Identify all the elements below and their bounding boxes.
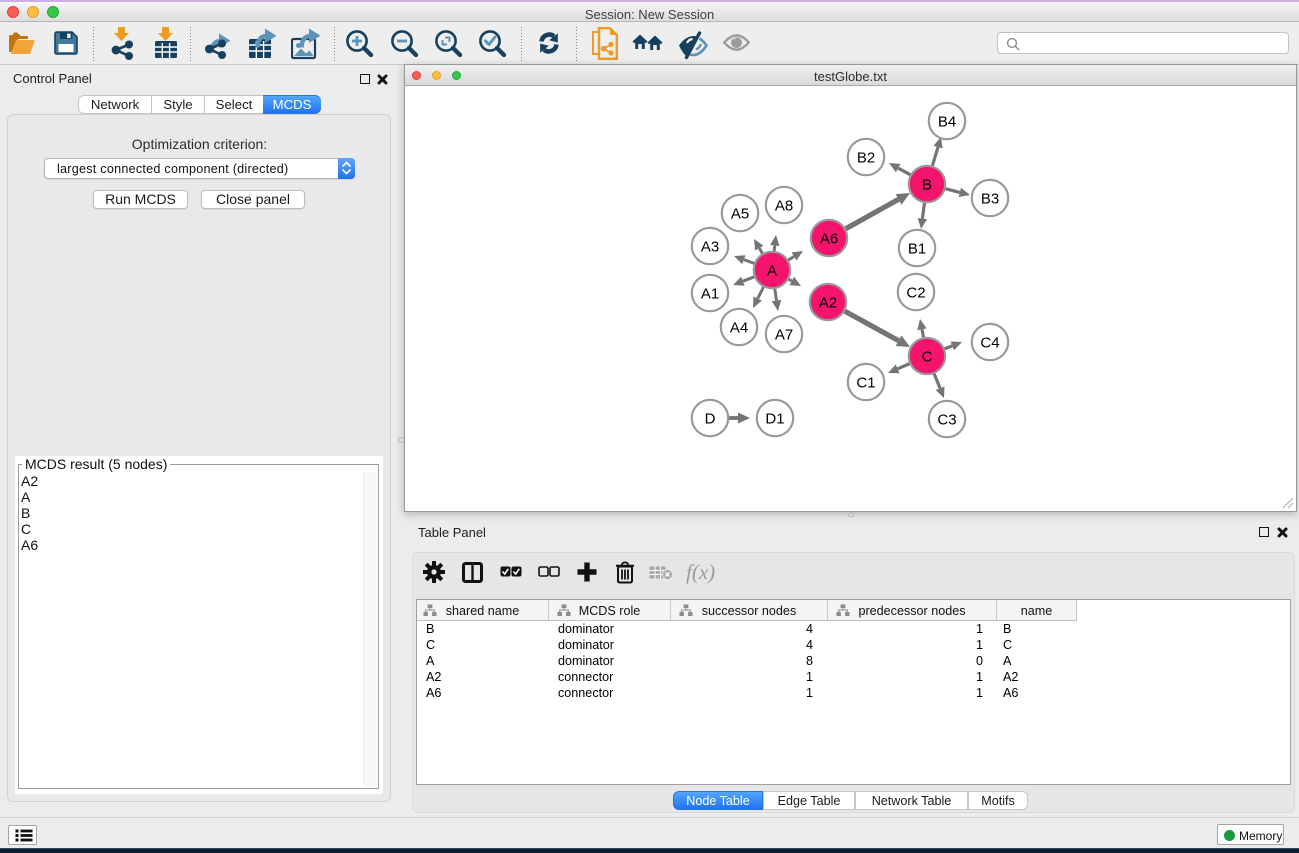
- svg-text:B1: B1: [908, 240, 926, 257]
- svg-text:A4: A4: [730, 319, 748, 336]
- svg-text:A6: A6: [820, 230, 838, 247]
- svg-text:A2: A2: [819, 294, 837, 311]
- svg-text:B: B: [922, 176, 932, 193]
- svg-text:B2: B2: [857, 149, 875, 166]
- svg-text:C4: C4: [980, 334, 999, 351]
- svg-text:A5: A5: [731, 205, 749, 222]
- svg-text:A: A: [767, 262, 777, 279]
- svg-text:A1: A1: [701, 285, 719, 302]
- svg-text:B3: B3: [981, 190, 999, 207]
- svg-text:C: C: [922, 348, 933, 365]
- svg-text:A8: A8: [775, 197, 793, 214]
- svg-text:A7: A7: [775, 326, 793, 343]
- svg-text:D: D: [705, 410, 716, 427]
- svg-text:B4: B4: [938, 113, 956, 130]
- svg-text:A3: A3: [701, 238, 719, 255]
- svg-text:D1: D1: [765, 410, 784, 427]
- svg-text:C2: C2: [906, 284, 925, 301]
- svg-text:C3: C3: [937, 411, 956, 428]
- svg-text:C1: C1: [856, 374, 875, 391]
